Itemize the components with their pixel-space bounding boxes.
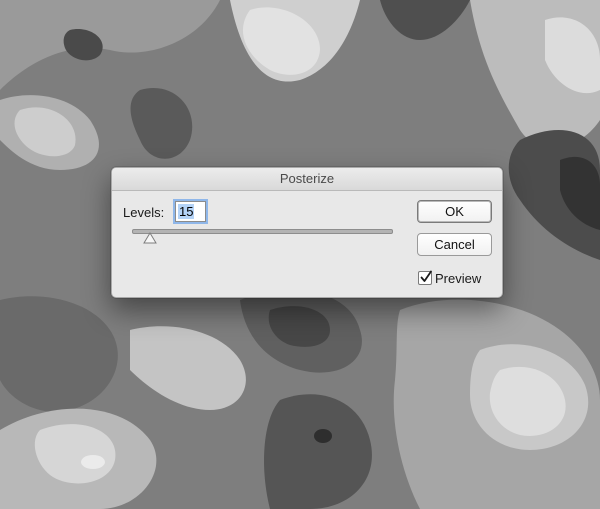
dialog-title: Posterize — [112, 168, 502, 191]
levels-slider-track[interactable] — [132, 229, 393, 234]
checkmark-icon — [420, 270, 432, 282]
triangle-thumb-icon[interactable] — [143, 231, 157, 244]
preview-toggle[interactable]: Preview — [418, 270, 482, 287]
preview-checkbox[interactable] — [418, 270, 432, 285]
preview-label: Preview — [435, 271, 482, 286]
levels-label: Levels: — [123, 205, 165, 220]
levels-value: 15 — [178, 204, 195, 219]
posterize-dialog: Posterize Levels: 15 OK Cancel Preview — [111, 167, 503, 298]
levels-input[interactable]: 15 — [175, 201, 206, 222]
cancel-button[interactable]: Cancel — [417, 233, 492, 256]
ok-button[interactable]: OK — [417, 200, 492, 223]
